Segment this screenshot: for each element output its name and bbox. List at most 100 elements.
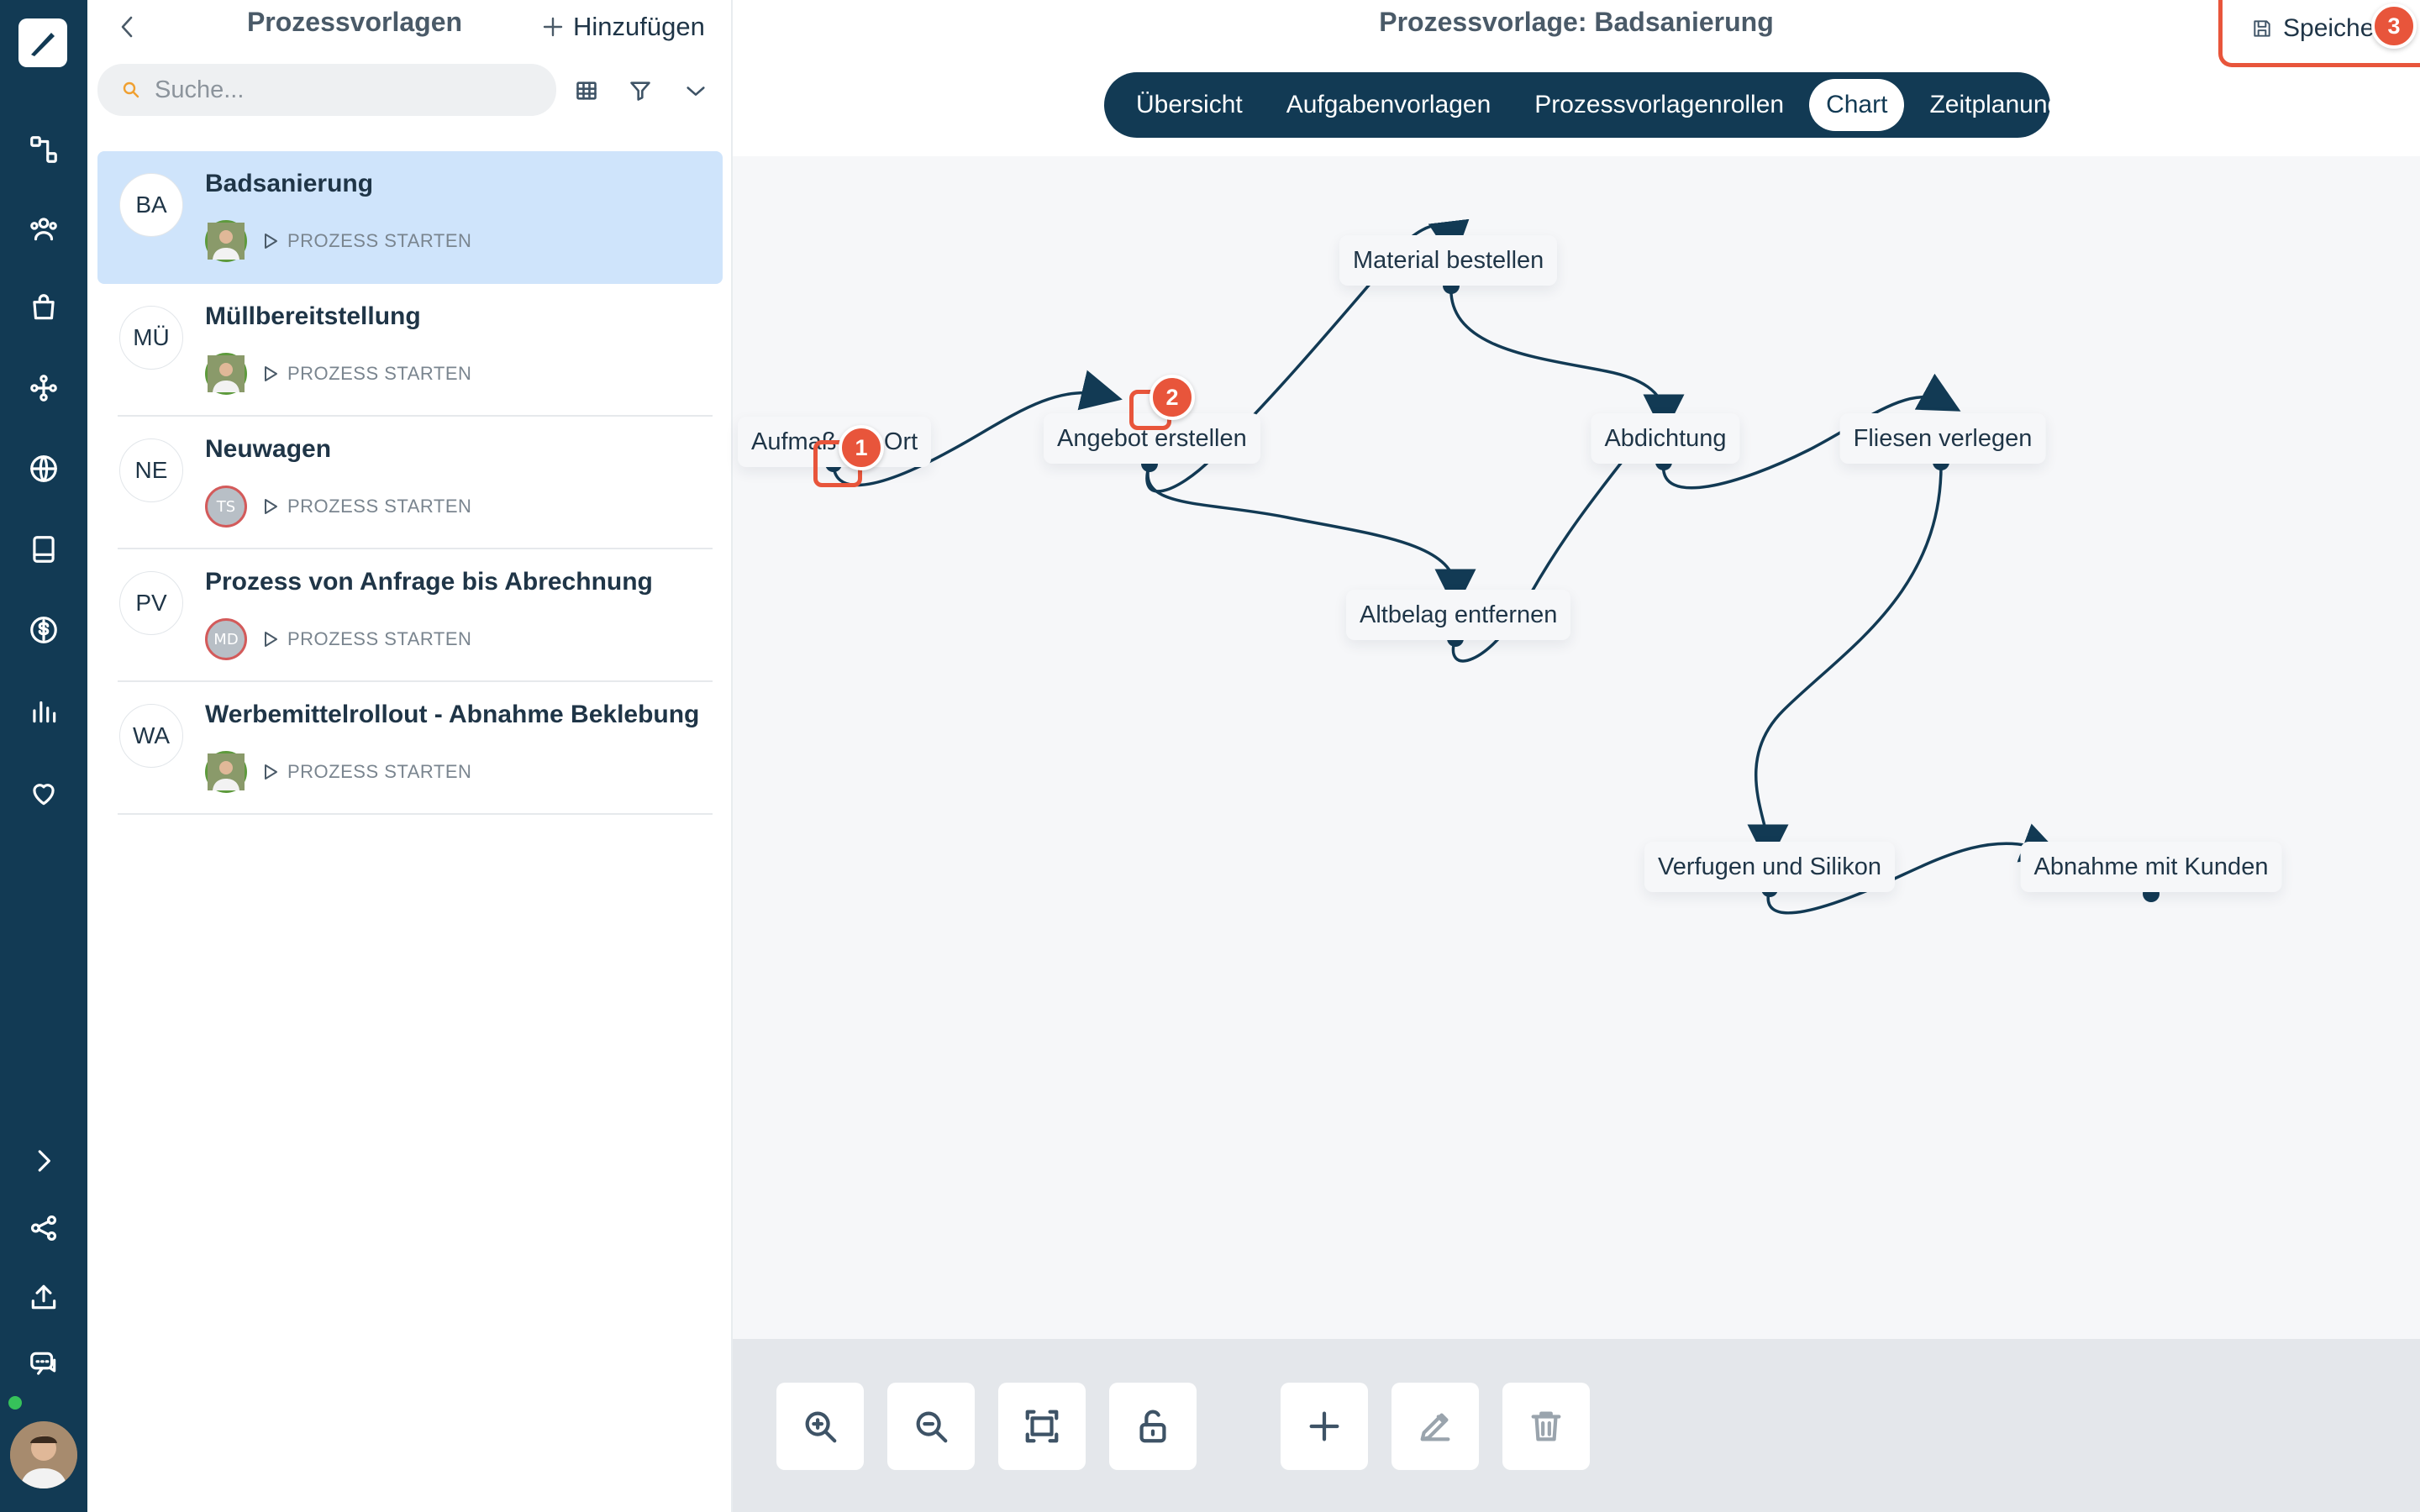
item-title: Müllbereitstellung — [205, 302, 421, 330]
edit-button[interactable] — [1392, 1383, 1479, 1470]
start-process-link[interactable]: PROZESS STARTEN — [262, 496, 471, 517]
edge-angebot-altbelag — [1146, 463, 1476, 611]
add-button-label: Hinzufügen — [573, 12, 705, 41]
owner-photo-icon — [208, 753, 245, 790]
zoom-in-button[interactable] — [776, 1383, 864, 1470]
item-meta: PROZESS STARTEN — [205, 751, 471, 793]
chevron-down-icon[interactable] — [677, 72, 714, 109]
start-process-label: PROZESS STARTEN — [287, 230, 472, 251]
fit-view-icon — [1025, 1410, 1059, 1443]
node-altbelag[interactable]: Altbelag entfernen — [1346, 590, 1571, 640]
start-process-label: PROZESS STARTEN — [287, 761, 472, 782]
owner-avatar — [205, 220, 247, 262]
zoom-out-button[interactable] — [887, 1383, 975, 1470]
book-icon[interactable] — [22, 528, 66, 571]
node-abdichtung[interactable]: Abdichtung — [1591, 413, 1740, 464]
item-meta: PROZESS STARTEN — [205, 220, 471, 262]
lock-button[interactable] — [1109, 1383, 1197, 1470]
play-icon — [265, 632, 277, 647]
list-item[interactable]: BA Badsanierung PROZESS STARTEN — [97, 151, 723, 284]
panel-header: Prozessvorlagen Hinzufügen — [87, 0, 733, 55]
item-abbreviation: NE — [119, 438, 183, 502]
play-icon — [265, 234, 277, 249]
add-node-button[interactable] — [1281, 1383, 1368, 1470]
search-icon — [123, 81, 139, 98]
edge-material-abdichtung — [1449, 285, 1685, 436]
node-abnahme[interactable]: Abnahme mit Kunden — [2020, 842, 2282, 892]
tab-task-templates[interactable]: Aufgabenvorlagen — [1268, 79, 1510, 131]
unlock-icon — [1139, 1410, 1166, 1443]
chat-icon[interactable] — [22, 1342, 66, 1386]
chart-edges — [825, 218, 2160, 915]
trash-icon — [1531, 1411, 1561, 1441]
edge-fliesen-verfugen — [1747, 461, 1943, 866]
search-box[interactable] — [97, 64, 556, 116]
table-view-icon[interactable] — [568, 72, 605, 109]
start-process-link[interactable]: PROZESS STARTEN — [262, 628, 471, 650]
bar-chart-icon[interactable] — [22, 689, 66, 732]
owner-avatar: TS — [205, 486, 247, 528]
list-item[interactable]: PV Prozess von Anfrage bis Abrechnung MD… — [118, 549, 713, 682]
users-icon[interactable] — [22, 207, 66, 250]
node-verfugen[interactable]: Verfugen und Silikon — [1644, 842, 1896, 892]
dollar-icon[interactable] — [22, 608, 66, 652]
heart-icon[interactable] — [22, 771, 66, 815]
process-templates-panel: Prozessvorlagen Hinzufügen BA Badsanieru… — [87, 0, 733, 1512]
owner-photo-icon — [208, 355, 245, 392]
user-avatar[interactable] — [10, 1421, 77, 1488]
upload-icon[interactable] — [22, 1275, 66, 1319]
start-process-link[interactable]: PROZESS STARTEN — [262, 761, 471, 783]
item-abbreviation: MÜ — [119, 306, 183, 370]
tab-scheduling[interactable]: Zeitplanung — [1911, 79, 2080, 131]
pencil-icon — [1420, 1413, 1450, 1441]
add-button[interactable]: Hinzufügen — [541, 8, 705, 45]
node-fliesen[interactable]: Fliesen verlegen — [1839, 413, 2046, 464]
item-meta: PROZESS STARTEN — [205, 353, 471, 395]
item-abbreviation: WA — [119, 704, 183, 768]
list-item[interactable]: MÜ Müllbereitstellung PROZESS STARTEN — [118, 284, 713, 417]
tab-bar: Übersicht Aufgabenvorlagen Prozessvorlag… — [1104, 72, 2061, 138]
save-button-label: Speiche — [2283, 13, 2375, 42]
shopping-bag-icon[interactable] — [22, 286, 66, 329]
tab-process-template-roles[interactable]: Prozessvorlagenrollen — [1516, 79, 1802, 131]
play-icon — [265, 764, 277, 780]
start-process-label: PROZESS STARTEN — [287, 628, 472, 649]
step-badge-3: 3 — [2371, 3, 2417, 49]
owner-photo-icon — [208, 223, 245, 260]
edge-fliesen-verfugen — [1755, 462, 1941, 845]
item-meta: MD PROZESS STARTEN — [205, 618, 471, 660]
list-item[interactable]: WA Werbemittelrollout - Abnahme Beklebun… — [118, 682, 713, 815]
plus-icon — [543, 17, 563, 37]
item-abbreviation: BA — [119, 173, 183, 237]
search-input[interactable] — [155, 76, 524, 104]
online-status-dot — [7, 1394, 24, 1411]
main-area: Prozessvorlage: Badsanierung Speiche 3 Ü… — [733, 0, 2420, 1512]
delete-button[interactable] — [1502, 1383, 1590, 1470]
globe-icon[interactable] — [22, 447, 66, 491]
item-title: Badsanierung — [205, 170, 374, 197]
back-chevron-icon[interactable] — [108, 10, 148, 44]
start-process-label: PROZESS STARTEN — [287, 363, 472, 384]
workflow-icon[interactable] — [22, 128, 66, 171]
chart-canvas[interactable]: Aufmaß vor Ort Angebot erstellen Materia… — [733, 156, 2420, 1339]
chevron-right-icon[interactable] — [22, 1139, 66, 1183]
brush-logo-icon — [31, 33, 55, 56]
plus-icon — [1309, 1411, 1339, 1441]
share-icon[interactable] — [22, 1206, 66, 1250]
nav-rail — [0, 0, 87, 1512]
node-material[interactable]: Material bestellen — [1339, 235, 1558, 286]
item-title: Werbemittelrollout - Abnahme Beklebung — [205, 701, 700, 728]
tab-overview[interactable]: Übersicht — [1118, 79, 1261, 131]
tab-chart[interactable]: Chart — [1809, 79, 1905, 131]
network-icon[interactable] — [22, 366, 66, 410]
user-photo-icon — [10, 1421, 77, 1488]
fit-view-button[interactable] — [998, 1383, 1086, 1470]
filter-icon[interactable] — [622, 72, 659, 109]
page-title: Prozessvorlage: Badsanierung — [1379, 7, 1774, 37]
item-abbreviation: PV — [119, 571, 183, 635]
start-process-link[interactable]: PROZESS STARTEN — [262, 363, 471, 385]
start-process-link[interactable]: PROZESS STARTEN — [262, 230, 471, 252]
list-item[interactable]: NE Neuwagen TS PROZESS STARTEN — [118, 417, 713, 549]
owner-avatar — [205, 751, 247, 793]
app-logo[interactable] — [18, 18, 67, 67]
